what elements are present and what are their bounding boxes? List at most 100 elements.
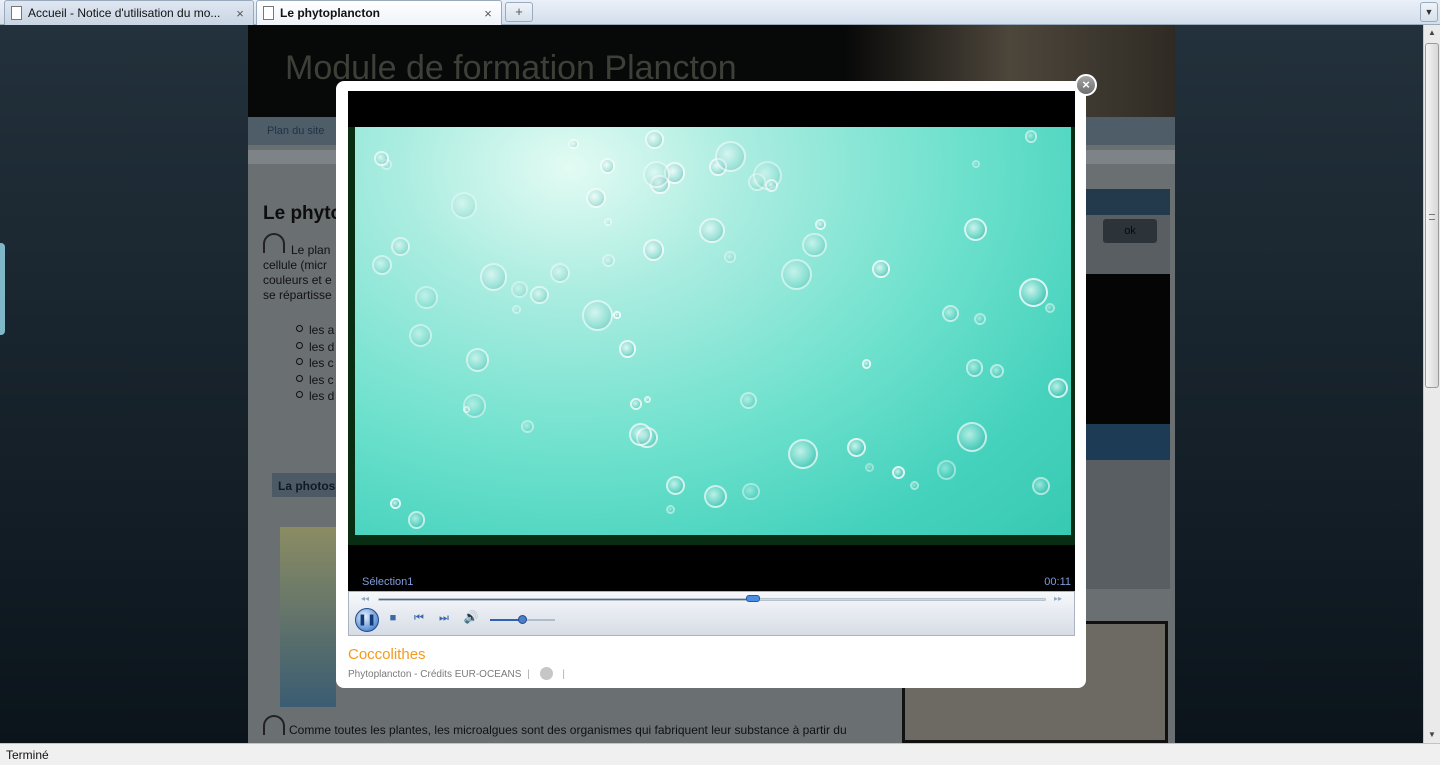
photosynthesis-button[interactable]: La photos — [272, 473, 342, 497]
scroll-down-icon[interactable]: ▼ — [1424, 727, 1440, 743]
coccolith-cell — [603, 217, 612, 226]
list-item[interactable]: les c — [296, 356, 334, 373]
tab-title: Accueil - Notice d'utilisation du mo... — [28, 6, 221, 20]
coccolith-cell — [462, 394, 486, 418]
coccolith-cell — [643, 395, 651, 404]
coccolith-cell — [511, 304, 522, 315]
tab-title: Le phytoplancton — [280, 6, 380, 20]
coccolith-cell — [408, 323, 432, 347]
coccolith-cell — [781, 258, 813, 290]
list-item[interactable]: les d — [296, 389, 334, 406]
photosynthesis-illustration — [280, 527, 336, 707]
media-title: Coccolithes — [348, 646, 426, 663]
video-lightbox: Sélection1 00:11 ◂◂ ▸▸ ❚❚ ■ ⏮ ⏭ 🔊 Coccol… — [336, 81, 1086, 688]
coccolith-cell — [530, 285, 550, 305]
seek-bar[interactable] — [378, 595, 1046, 602]
coccolithes-video[interactable] — [355, 127, 1071, 535]
coccolith-cell — [936, 460, 957, 481]
coccolith-cell — [665, 504, 676, 514]
next-icon[interactable]: ⏭ — [436, 612, 452, 625]
document-icon — [263, 6, 274, 20]
close-icon[interactable]: × — [481, 6, 495, 21]
coccolith-cell — [764, 179, 778, 193]
coccolith-cell — [567, 138, 579, 150]
coccolith-cell — [613, 311, 621, 319]
grip-icon — [1429, 214, 1435, 220]
list-item[interactable]: les a — [296, 323, 334, 340]
player-controls: ◂◂ ▸▸ ❚❚ ■ ⏮ ⏭ 🔊 — [348, 591, 1075, 636]
coccolith-cell — [1044, 303, 1056, 314]
coccolith-cell — [740, 392, 758, 410]
coccolith-cell — [973, 312, 987, 326]
coccolith-cell — [957, 422, 988, 453]
coccolith-cell — [374, 150, 389, 166]
coccolith-cell — [910, 481, 920, 491]
close-icon[interactable]: × — [233, 6, 247, 21]
coccolith-cell — [601, 253, 616, 267]
paragraph-line: se répartisse — [263, 288, 332, 302]
elapsed-time: 00:11 — [1044, 576, 1071, 588]
scroll-thumb[interactable] — [1425, 43, 1439, 388]
plankton-list: les a les d les c les c les d — [296, 323, 334, 406]
coccolith-cell — [724, 251, 736, 263]
side-tab[interactable] — [0, 243, 5, 335]
status-text: Terminé — [6, 748, 49, 762]
separator: | — [527, 669, 530, 680]
coccolith-cell — [963, 217, 987, 241]
coccolith-cell — [415, 286, 438, 309]
intro-paragraph: Le plan cellule (micr couleurs et e se r… — [263, 243, 343, 303]
coccolith-cell — [511, 281, 528, 298]
coccolith-cell — [864, 463, 875, 473]
coccolith-cell — [642, 239, 664, 261]
volume-handle[interactable] — [517, 615, 527, 624]
coccolith-cell — [891, 466, 905, 480]
coccolith-cell — [450, 192, 478, 219]
rewind-icon[interactable]: ◂◂ — [361, 594, 369, 603]
seek-handle[interactable] — [746, 595, 761, 602]
nav-link-sitemap[interactable]: Plan du site — [267, 125, 324, 137]
coccolith-cell — [479, 262, 508, 291]
info-icon[interactable] — [539, 667, 553, 680]
coccolith-cell — [941, 305, 960, 323]
coccolith-cell — [846, 437, 866, 457]
coccolith-cell — [600, 158, 616, 174]
browser-tab-bar: Accueil - Notice d'utilisation du mo... … — [0, 0, 1440, 25]
coccolith-cell — [371, 254, 393, 276]
coccolith-cell — [965, 359, 984, 377]
volume-slider[interactable] — [490, 615, 555, 624]
coccolith-cell — [715, 140, 747, 172]
coccolith-cell — [586, 187, 607, 208]
ok-button[interactable]: ok — [1103, 219, 1157, 243]
stop-icon[interactable]: ■ — [387, 612, 399, 624]
coccolith-cell — [872, 260, 890, 279]
clip-name: Sélection1 — [362, 576, 414, 588]
new-tab-button[interactable]: + — [505, 2, 533, 22]
tab-phytoplancton[interactable]: Le phytoplancton × — [256, 0, 502, 25]
vertical-scrollbar[interactable]: ▲ ▼ — [1423, 25, 1440, 743]
coccolith-cell — [643, 161, 671, 188]
status-bar: Terminé — [0, 743, 1440, 765]
caption-text: Comme toutes les plantes, les microalgue… — [289, 723, 847, 737]
list-item[interactable]: les c — [296, 373, 334, 390]
tab-list-button[interactable]: ▼ — [1420, 2, 1438, 22]
coccolith-cell — [788, 439, 819, 470]
coccolith-cell — [645, 130, 664, 149]
coccolith-cell — [665, 475, 685, 495]
tab-accueil[interactable]: Accueil - Notice d'utilisation du mo... … — [4, 0, 254, 25]
coccolith-cell — [619, 340, 637, 358]
media-player[interactable]: Sélection1 00:11 ◂◂ ▸▸ ❚❚ ■ ⏮ ⏭ 🔊 — [348, 91, 1075, 636]
coccolith-cell — [1018, 278, 1048, 308]
coccolith-cell — [630, 397, 643, 410]
coccolith-cell — [861, 359, 872, 369]
coccolith-cell — [990, 363, 1005, 378]
paragraph-line: Le plan — [291, 243, 331, 257]
close-lightbox-button[interactable]: × — [1075, 74, 1097, 96]
previous-icon[interactable]: ⏮ — [411, 612, 427, 625]
pause-icon[interactable]: ❚❚ — [355, 608, 379, 632]
seek-progress — [379, 599, 754, 600]
fast-forward-icon[interactable]: ▸▸ — [1054, 594, 1062, 603]
scroll-up-icon[interactable]: ▲ — [1424, 25, 1440, 41]
list-item[interactable]: les d — [296, 340, 334, 357]
coccolith-cell — [465, 348, 490, 372]
speaker-icon[interactable]: 🔊 — [462, 610, 480, 624]
